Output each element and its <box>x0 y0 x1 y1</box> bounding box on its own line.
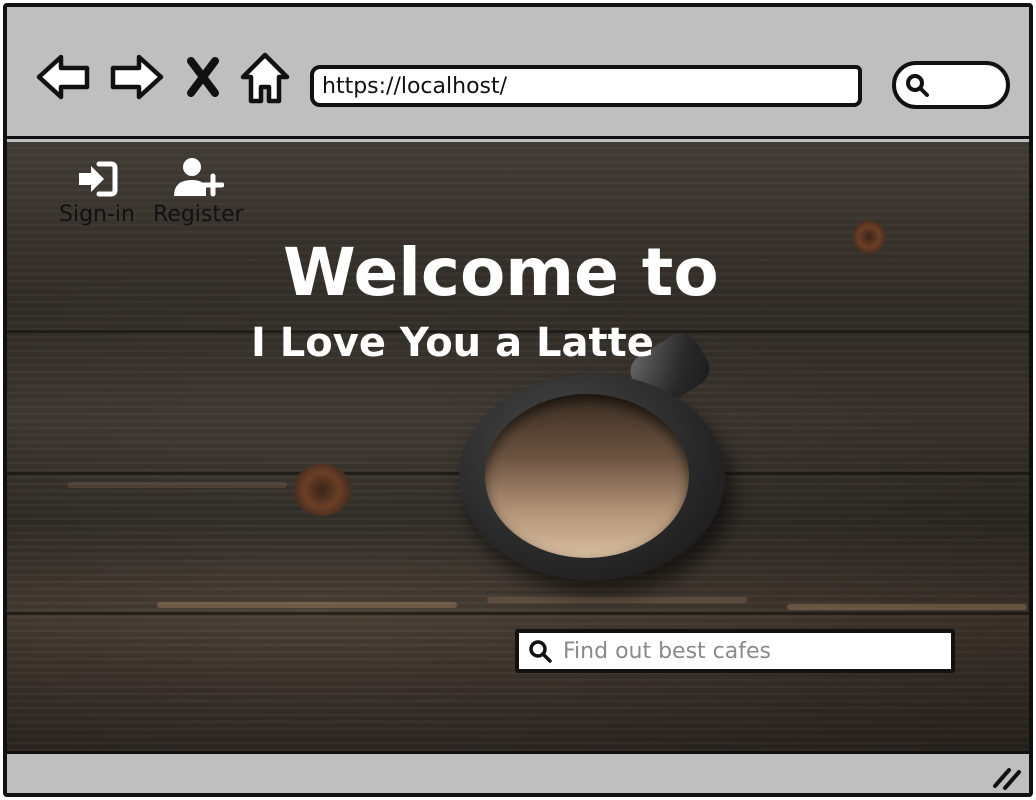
browser-window: https://localhost/ Sign-in Register Welc… <box>3 3 1033 797</box>
resize-grip-icon[interactable] <box>989 762 1023 792</box>
home-icon <box>240 52 290 104</box>
browser-statusbar <box>7 751 1029 793</box>
sign-in-link[interactable]: Sign-in <box>59 160 135 227</box>
arrow-right-icon <box>110 54 164 100</box>
forward-button[interactable] <box>107 47 167 107</box>
wood-knot <box>293 464 351 516</box>
wood-knot <box>853 220 885 254</box>
welcome-heading: Welcome to <box>283 234 719 311</box>
url-text: https://localhost/ <box>322 73 508 99</box>
cafe-search-input[interactable] <box>563 638 943 664</box>
user-plus-icon <box>174 158 225 197</box>
stop-button[interactable] <box>179 47 227 107</box>
coffee-surface <box>485 394 689 558</box>
hero-section: Sign-in Register Welcome to I Love You a… <box>7 142 1029 751</box>
wood-grain <box>787 604 1027 610</box>
wood-grain <box>67 482 287 488</box>
brand-name: I Love You a Latte <box>251 320 654 366</box>
search-icon <box>906 74 929 97</box>
sign-in-label: Sign-in <box>59 202 135 227</box>
back-button[interactable] <box>33 47 93 107</box>
wood-grain <box>157 602 457 608</box>
wood-grain <box>487 597 747 603</box>
sign-in-icon <box>78 161 118 197</box>
search-icon <box>529 640 552 663</box>
browser-search-box[interactable] <box>892 61 1010 109</box>
address-bar[interactable]: https://localhost/ <box>310 65 862 107</box>
register-link[interactable]: Register <box>153 156 244 227</box>
cafe-search-box[interactable] <box>515 629 955 673</box>
browser-toolbar: https://localhost/ <box>7 7 1029 139</box>
arrow-left-icon <box>36 54 90 100</box>
close-icon <box>187 57 219 97</box>
wood-plank-divider <box>7 612 1029 615</box>
home-button[interactable] <box>235 47 295 107</box>
register-label: Register <box>153 202 244 227</box>
